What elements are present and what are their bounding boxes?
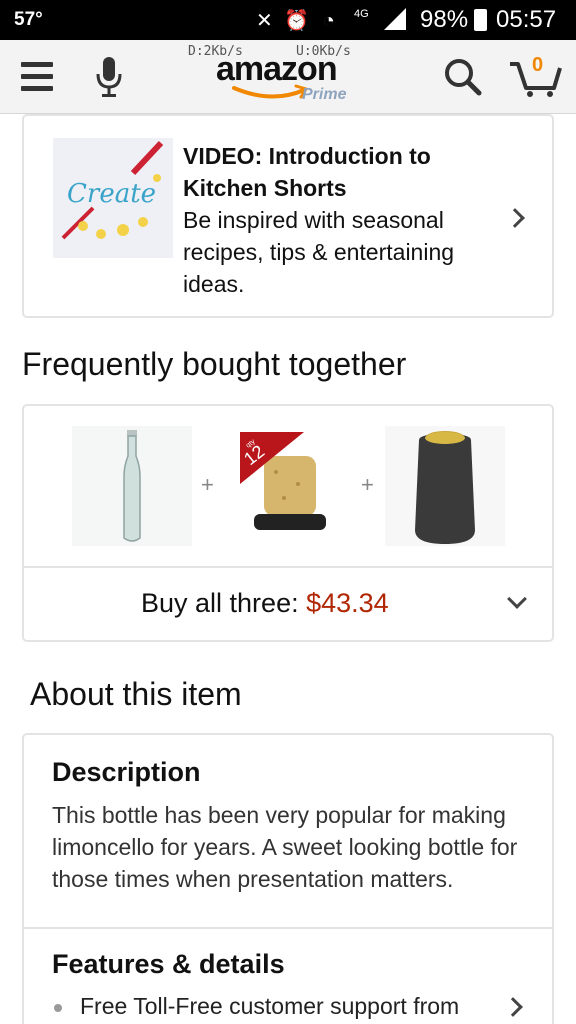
buy-all-three-button[interactable]: Buy all three: $43.34: [24, 566, 552, 640]
status-bar: 57° ✕ ⏰ ◔ 4G 98% 05:57: [0, 0, 576, 40]
cork-image: qty 12: [240, 432, 326, 530]
battery-icon: [474, 9, 487, 31]
buy-all-text: Buy all three:: [141, 588, 299, 618]
fbt-card: + qty 12 + Buy all three: $43.34: [22, 404, 554, 642]
create-artwork-icon: Create: [53, 138, 173, 258]
battery-percent: 98%: [420, 6, 469, 33]
product-image-bottle[interactable]: [72, 426, 192, 546]
app-header: D:2Kb/s U:0Kb/s amazon Prime 0: [0, 40, 576, 114]
cart-button[interactable]: 0: [508, 54, 564, 98]
signal-icon: [384, 8, 406, 30]
feature-list-item[interactable]: Free Toll-Free customer support from: [52, 993, 459, 1020]
status-icons: ✕ ⏰ ◔: [256, 8, 335, 33]
buy-all-price: $43.34: [306, 588, 389, 618]
video-promo-card[interactable]: Create VIDEO: Introduction to Kitchen Sh…: [22, 114, 554, 318]
chevron-down-icon: [507, 589, 527, 609]
alarm-icon: ⏰: [284, 10, 310, 32]
bullet-icon: [54, 1003, 62, 1012]
amazon-prime-logo[interactable]: amazon Prime: [214, 48, 364, 108]
fbt-products: + qty 12 +: [24, 406, 552, 566]
bottle-image: [123, 430, 141, 542]
fbt-heading: Frequently bought together: [22, 346, 407, 382]
description-title: Description: [52, 757, 201, 787]
logo-smile-icon: [232, 84, 309, 99]
video-thumbnail: Create: [53, 138, 173, 258]
description-section: Description This bottle has been very po…: [24, 735, 552, 929]
video-description: Be inspired with seasonal recipes, tips …: [183, 207, 455, 297]
capsule-image: [415, 431, 475, 544]
mute-icon: ✕: [256, 10, 273, 32]
about-heading: About this item: [30, 676, 242, 712]
hamburger-menu-icon[interactable]: [21, 62, 53, 92]
temperature-readout: 57°: [14, 9, 43, 30]
feature-text: Free Toll-Free customer support from: [80, 993, 460, 1019]
plus-separator: +: [361, 472, 374, 497]
lte-label: 4G: [354, 8, 369, 20]
features-title: Features & details: [52, 949, 285, 979]
thumbnail-text: Create: [67, 179, 156, 209]
microphone-icon[interactable]: [94, 56, 124, 98]
product-image-corks[interactable]: qty 12: [240, 426, 360, 546]
logo-prime-label: Prime: [302, 86, 347, 103]
search-icon[interactable]: [444, 58, 482, 96]
wifi-icon: ◔: [322, 10, 335, 32]
description-text: This bottle has been very popular for ma…: [52, 802, 518, 892]
chevron-right-icon: [503, 997, 523, 1017]
about-card: Description This bottle has been very po…: [22, 733, 554, 1024]
plus-separator: +: [201, 472, 214, 497]
product-image-capsule[interactable]: [385, 426, 505, 546]
buy-all-label: Buy all three: $43.34: [141, 588, 389, 619]
video-title: VIDEO: Introduction to Kitchen Shorts: [183, 143, 431, 201]
clock: 05:57: [496, 6, 557, 33]
cart-count-badge: 0: [532, 54, 544, 76]
